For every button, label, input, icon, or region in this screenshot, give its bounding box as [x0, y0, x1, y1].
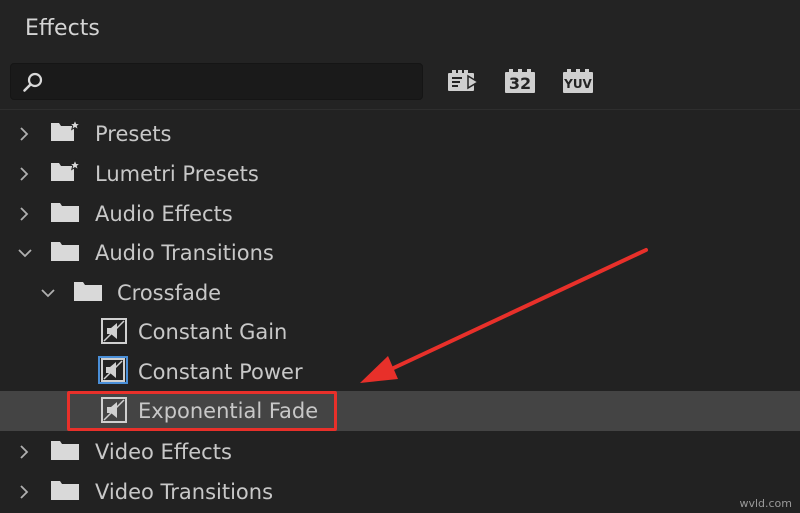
default-audio-transition-icon	[98, 356, 128, 384]
accelerated-effects-icon	[448, 70, 480, 91]
panel-title[interactable]: Effects	[25, 16, 100, 41]
chevron-right-icon[interactable]	[16, 126, 32, 142]
tree-item-lumetri-presets[interactable]: Lumetri Presets	[0, 154, 800, 194]
tree-item-label: Crossfade	[117, 281, 222, 305]
star-folder-icon	[51, 119, 80, 141]
chevron-right-icon[interactable]	[16, 206, 32, 222]
tree-item-constant-power[interactable]: Constant Power	[0, 352, 800, 392]
tree-item-audio-transitions[interactable]: Audio Transitions	[0, 233, 800, 273]
tree-item-video-transitions[interactable]: Video Transitions	[0, 472, 800, 512]
tree-item-label: Audio Transitions	[95, 241, 274, 265]
watermark: wvld.com	[739, 497, 792, 510]
tree-item-audio-effects[interactable]: Audio Effects	[0, 194, 800, 234]
32-bit-effects-button[interactable]: 32	[503, 66, 537, 96]
32-bit-label: 32	[509, 74, 531, 93]
folder-icon	[51, 481, 79, 500]
folder-icon	[51, 203, 79, 222]
chevron-right-icon[interactable]	[16, 166, 32, 182]
chevron-down-icon[interactable]	[17, 245, 33, 261]
accelerated-effects-button[interactable]	[446, 66, 480, 96]
chevron-right-icon[interactable]	[16, 484, 32, 500]
tree-item-label: Exponential Fade	[138, 399, 319, 423]
search-icon	[23, 72, 43, 92]
yuv-label: YUV	[563, 77, 592, 91]
tree-item-label: Audio Effects	[95, 202, 233, 226]
folder-icon	[51, 441, 79, 460]
panel-header: Effects	[0, 0, 800, 58]
tree-item-label: Video Effects	[95, 440, 232, 464]
search-box[interactable]	[10, 63, 423, 100]
yuv-effects-button[interactable]: YUV	[561, 66, 595, 96]
audio-transition-icon	[101, 397, 127, 423]
audio-transition-icon	[101, 318, 127, 344]
tree-item-label: Constant Power	[138, 360, 303, 384]
32-bit-icon: 32	[505, 69, 535, 93]
tree-item-constant-gain[interactable]: Constant Gain	[0, 312, 800, 352]
tree-item-exponential-fade[interactable]: Exponential Fade	[0, 391, 800, 431]
tree-item-label: Presets	[95, 122, 172, 146]
tree-item-presets[interactable]: Presets	[0, 114, 800, 154]
tree-item-label: Video Transitions	[95, 480, 274, 504]
chevron-down-icon[interactable]	[40, 285, 56, 301]
tree-item-crossfade[interactable]: Crossfade	[0, 273, 800, 313]
search-input[interactable]	[53, 68, 413, 96]
yuv-icon: YUV	[563, 69, 593, 93]
star-folder-icon	[51, 159, 80, 181]
folder-icon	[51, 242, 79, 261]
folder-icon	[74, 282, 102, 301]
tree-item-label: Constant Gain	[138, 320, 288, 344]
chevron-right-icon[interactable]	[16, 444, 32, 460]
tree-item-video-effects[interactable]: Video Effects	[0, 432, 800, 472]
tree-item-label: Lumetri Presets	[95, 162, 259, 186]
